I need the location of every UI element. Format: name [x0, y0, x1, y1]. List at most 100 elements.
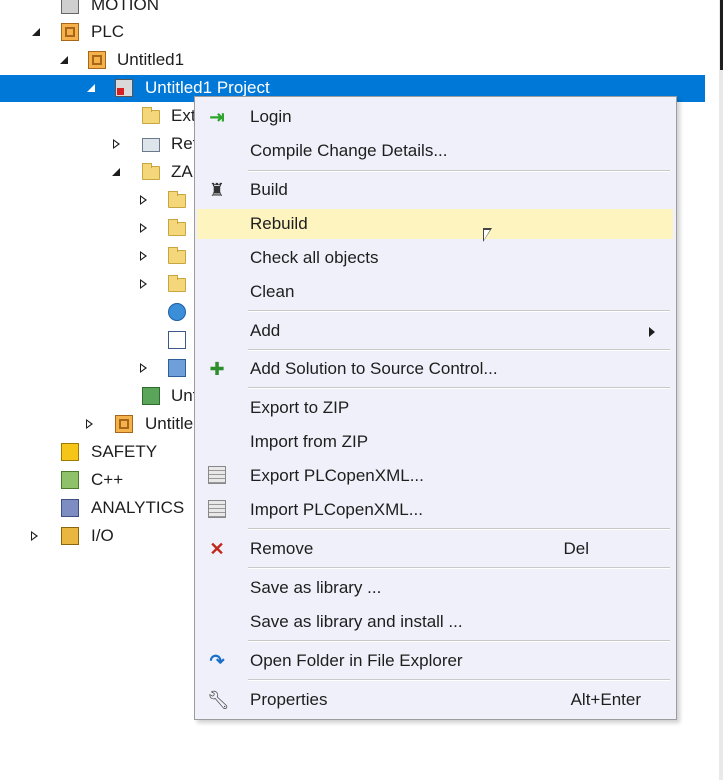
- menu-item-label: Properties: [250, 690, 328, 709]
- vertical-scrollbar[interactable]: [719, 0, 723, 780]
- collapse-arrow-icon[interactable]: [58, 53, 72, 67]
- references-icon: [142, 138, 160, 152]
- tree-item-untitled1[interactable]: Untitled1: [0, 47, 713, 73]
- xml-export-icon: [208, 466, 226, 484]
- collapse-arrow-icon[interactable]: [30, 25, 44, 39]
- tree-item-label: Untitle: [145, 414, 194, 433]
- expand-arrow-icon[interactable]: [137, 193, 151, 207]
- plc-instance-icon: [115, 415, 133, 433]
- folder-icon: [168, 219, 186, 236]
- project-icon: [115, 79, 133, 97]
- expand-arrow-icon[interactable]: [28, 529, 42, 543]
- tree-item-label: ZA: [171, 162, 193, 181]
- folder-icon: [168, 275, 186, 292]
- menu-separator: [248, 310, 670, 312]
- tree-item-label: SAFETY: [91, 442, 158, 461]
- menu-item-shortcut: Alt+Enter: [570, 690, 641, 709]
- menu-separator: [248, 349, 670, 351]
- collapse-arrow-icon[interactable]: [110, 165, 124, 179]
- menu-item-label: Import from ZIP: [250, 432, 369, 451]
- context-menu: ⇥ Login Compile Change Details... ♜ Buil…: [194, 96, 677, 720]
- menu-item-login[interactable]: ⇥ Login: [197, 102, 673, 132]
- open-folder-icon: ↷: [209, 651, 225, 671]
- tree-item-label: C++: [91, 470, 124, 489]
- menu-item-open-folder[interactable]: ↷ Open Folder in File Explorer: [197, 646, 673, 676]
- submenu-arrow-icon: [649, 327, 655, 337]
- menu-separator: [248, 640, 670, 642]
- menu-item-label: Open Folder in File Explorer: [250, 651, 463, 670]
- analytics-icon: [61, 499, 79, 517]
- menu-item-label: Import PLCopenXML...: [250, 500, 423, 519]
- expand-arrow-icon[interactable]: [137, 249, 151, 263]
- menu-item-add-to-source-control[interactable]: ✚ Add Solution to Source Control...: [197, 354, 673, 384]
- folder-open-icon: [142, 163, 160, 180]
- menu-item-label: Rebuild: [250, 214, 308, 233]
- menu-item-label: Remove: [250, 539, 314, 558]
- menu-item-label: Export PLCopenXML...: [250, 466, 424, 485]
- tree-item-label: Untitled1: [117, 50, 185, 69]
- tree-item-label: Ext: [171, 106, 196, 125]
- menu-separator: [248, 170, 670, 172]
- menu-item-remove[interactable]: ✕ Remove Del: [197, 534, 673, 564]
- menu-item-build[interactable]: ♜ Build: [197, 175, 673, 205]
- task-icon: [142, 387, 160, 405]
- build-icon: ♜: [208, 180, 226, 200]
- menu-item-label: Clean: [250, 282, 295, 301]
- plc-icon: [61, 23, 79, 41]
- menu-item-label: Build: [250, 180, 288, 199]
- tree-item-label: I/O: [91, 526, 114, 545]
- motion-icon: [61, 0, 79, 14]
- expand-arrow-icon[interactable]: [137, 361, 151, 375]
- tree-item-plc[interactable]: PLC: [0, 19, 713, 45]
- tree-item-motion[interactable]: MOTION: [0, 0, 713, 18]
- expand-arrow-icon[interactable]: [137, 221, 151, 235]
- menu-item-save-as-library[interactable]: Save as library ...: [197, 573, 673, 603]
- menu-item-label: Add Solution to Source Control...: [250, 359, 498, 378]
- menu-item-properties[interactable]: 🔧︎ Properties Alt+Enter: [197, 685, 673, 715]
- menu-item-rebuild[interactable]: Rebuild: [197, 209, 673, 239]
- folder-icon: [142, 107, 160, 124]
- folder-icon: [168, 247, 186, 264]
- wrench-icon: 🔧︎: [207, 690, 230, 710]
- io-icon: [61, 527, 79, 545]
- remove-icon: ✕: [209, 539, 225, 559]
- tree-item-label: ANALYTICS: [91, 498, 185, 517]
- plc-project-icon: [88, 51, 106, 69]
- document-icon: [168, 331, 186, 349]
- menu-item-import-zip[interactable]: Import from ZIP: [197, 427, 673, 457]
- menu-item-export-plcopenxml[interactable]: Export PLCopenXML...: [197, 461, 673, 491]
- menu-separator: [248, 679, 670, 681]
- menu-item-label: Add: [250, 321, 281, 340]
- menu-item-save-as-library-install[interactable]: Save as library and install ...: [197, 607, 673, 637]
- xml-import-icon: [208, 500, 226, 518]
- menu-item-label: Check all objects: [250, 248, 379, 267]
- menu-item-compile-change-details[interactable]: Compile Change Details...: [197, 136, 673, 166]
- menu-item-import-plcopenxml[interactable]: Import PLCopenXML...: [197, 495, 673, 525]
- menu-separator: [248, 567, 670, 569]
- safety-icon: [61, 443, 79, 461]
- menu-item-label: Save as library ...: [250, 578, 382, 597]
- menu-item-export-zip[interactable]: Export to ZIP: [197, 393, 673, 423]
- expand-arrow-icon[interactable]: [137, 277, 151, 291]
- tree-item-label: MOTION: [91, 0, 159, 14]
- menu-item-check-all-objects[interactable]: Check all objects: [197, 243, 673, 273]
- menu-item-label: Login: [250, 107, 292, 126]
- tree-item-label: PLC: [91, 22, 125, 41]
- menu-separator: [248, 528, 670, 530]
- menu-item-label: Export to ZIP: [250, 398, 350, 417]
- menu-item-shortcut: Del: [563, 539, 589, 558]
- collapse-arrow-icon[interactable]: [85, 81, 99, 95]
- program-icon: [168, 359, 186, 377]
- expand-arrow-icon[interactable]: [83, 417, 97, 431]
- menu-item-clean[interactable]: Clean: [197, 277, 673, 307]
- login-icon: ⇥: [209, 107, 225, 127]
- source-control-icon: ✚: [209, 359, 225, 379]
- menu-item-label: Save as library and install ...: [250, 612, 463, 631]
- folder-icon: [168, 191, 186, 208]
- globe-icon: [168, 303, 186, 321]
- menu-item-label: Compile Change Details...: [250, 141, 448, 160]
- menu-separator: [248, 387, 670, 389]
- expand-arrow-icon[interactable]: [110, 137, 124, 151]
- cpp-icon: [61, 471, 79, 489]
- menu-item-add[interactable]: Add: [197, 316, 673, 346]
